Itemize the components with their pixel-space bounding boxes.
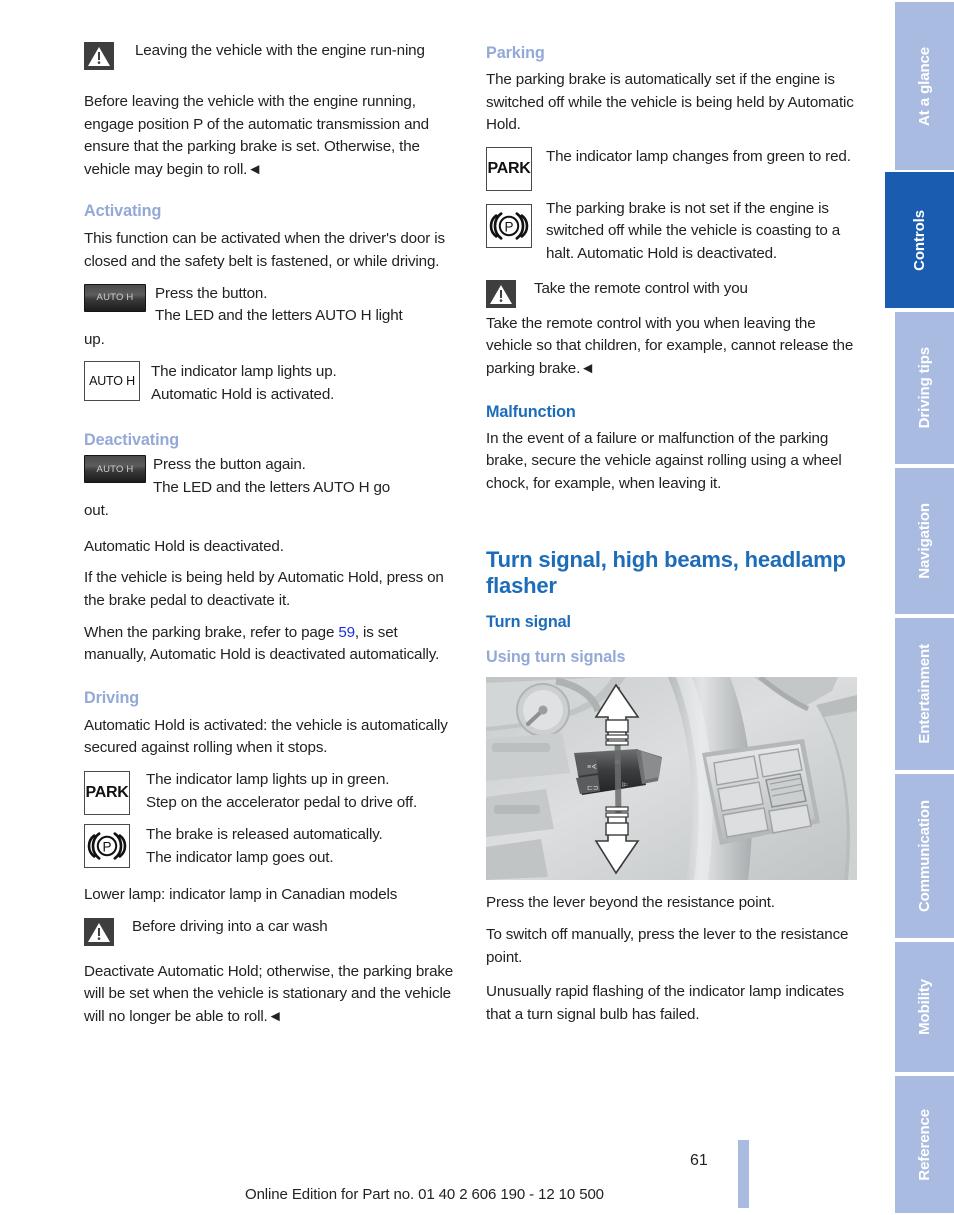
parking-not-set: The parking brake is not set if the engi… [546,199,841,262]
driving-brake-block: P The brake is released automatically. T… [84,823,460,876]
deactivating-hold-deactivated: Automatic Hold is deactivated. [84,537,284,555]
parking-intro: The parking brake is automatically set i… [486,71,854,134]
warning-remote-body: Take the remote control with you when le… [486,314,854,377]
activating-lamp-lights: The indicator lamp lights up. [151,363,337,381]
activating-intro: This function can be activated when the … [84,230,445,270]
driving-lower-lamp: Lower lamp: indicator lamp in Canadian m… [84,885,398,903]
auto-h-lamp-label: AUTO H [84,361,140,402]
park-indicator-lamp-icon-2: PARK [486,146,532,191]
heading-using-turn-signals: Using turn signals [486,648,626,667]
warning-car-wash-body: Deactivate Automatic Hold; otherwise, th… [84,962,454,1025]
sidebar-tabs: At a glance Controls Driving tips Naviga… [885,0,954,1215]
warning-engine-running-body: Before leaving the vehicle with the engi… [84,93,429,178]
svg-text:⊏⊃: ⊏⊃ [587,785,599,792]
manual-set-prefix: When the parking brake, refer to page [84,623,339,641]
sidebar-tab-label: Communication [916,799,933,913]
manual-page: Leaving the vehicle with the engine run-… [0,0,954,1215]
sidebar-tab-driving-tips[interactable]: Driving tips [895,312,954,464]
heading-turn-signal: Turn signal [486,613,571,632]
driving-lamp-out: The indicator lamp goes out. [146,848,334,866]
turn-signal-body-2: To switch off manually, press the lever … [486,925,849,966]
auto-h-button-label-2: AUTO H [84,455,146,484]
deactivating-manual-set: When the parking brake, refer to page 59… [84,622,460,667]
driving-brake-released: The brake is released automatically. [146,825,383,843]
heading-parking: Parking [486,44,545,62]
sidebar-tab-label: At a glance [916,46,933,126]
parking-brake-p-icon-2: P [486,203,532,248]
sidebar-tab-label: Driving tips [916,347,933,429]
svg-text:≡∢: ≡∢ [587,764,597,771]
deactivating-led-note-cont: out. [84,502,109,520]
driving-accelerator: Step on the accelerator pedal to drive o… [146,793,418,811]
driving-park-block: PARK The indicator lamp lights up in gre… [84,769,460,821]
warning-triangle-icon [84,42,114,70]
svg-text:P: P [504,219,513,234]
heading-deactivating: Deactivating [84,431,180,450]
sidebar-tab-controls[interactable]: Controls [885,172,954,308]
page-link-59[interactable]: 59 [338,624,355,641]
activating-hold-activated: Automatic Hold is activated. [151,385,335,403]
svg-text:P: P [102,840,111,855]
sidebar-tab-label: Mobility [916,979,933,1035]
parking-lamp-change: The indicator lamp changes from green to… [546,147,851,165]
page-number-bar [738,1140,749,1208]
sidebar-tab-label: Entertainment [916,644,933,744]
driving-lamp-green: The indicator lamp lights up in green. [146,770,390,788]
parking-brake-block: P The parking brake is not set if the en… [486,198,862,266]
activating-led-note: The LED and the letters AUTO H light [155,307,403,325]
sidebar-tab-communication[interactable]: Communication [895,774,954,938]
left-column: Leaving the vehicle with the engine run-… [84,40,460,1037]
malfunction-body: In the event of a failure or malfunction… [486,429,842,492]
turn-signal-body-3: Unusually rapid flashing of the indicato… [486,983,844,1023]
footer-note: Online Edition for Part no. 01 40 2 606 … [245,1186,604,1203]
warning-engine-running-title: Leaving the vehicle with the engine run-… [135,42,425,59]
auto-h-indicator-lamp-icon: AUTO H [84,361,140,402]
activating-press-button: Press the button. [155,284,268,302]
park-indicator-lamp-icon: PARK [84,770,130,815]
heading-driving: Driving [84,688,140,707]
warning-remote-title: Take the remote control with you [534,279,748,297]
deactivating-led-note: The LED and the letters AUTO H go [153,478,391,496]
warning-remote-block: Take the remote control with you [486,278,862,312]
warning-engine-running-block: Leaving the vehicle with the engine run-… [84,40,460,84]
sidebar-tab-label: Reference [916,1108,933,1181]
warning-triangle-icon-3 [486,279,516,308]
heading-malfunction: Malfunction [486,402,576,421]
turn-signal-body-1: Press the lever beyond the resistance po… [486,894,775,912]
right-column: Parking The parking brake is automatical… [486,40,862,1035]
parking-park-lamp-block: PARK The indicator lamp changes from gre… [486,146,862,196]
deactivating-press-button: Press the button again. [153,456,306,474]
heading-activating: Activating [84,202,162,221]
svg-text:⊫: ⊫ [622,782,628,789]
activating-button-block: AUTO H Press the button. The LED and the… [84,283,460,329]
auto-h-button-label: AUTO H [84,283,146,312]
deactivating-brake-pedal: If the vehicle is being held by Automati… [84,569,444,609]
auto-h-button-icon-2: AUTO H [84,455,146,484]
sidebar-tab-navigation[interactable]: Navigation [895,468,954,614]
sidebar-tab-label: Controls [911,209,928,271]
auto-h-button-icon: AUTO H [84,283,146,312]
driving-intro: Automatic Hold is activated: the vehicle… [84,716,448,757]
warning-car-wash-block: Before driving into a car wash [84,916,460,960]
park-lamp-label: PARK [84,770,130,815]
page-number: 61 [690,1152,708,1169]
heading-turn-signal-section: Turn signal, high beams, headlamp flashe… [486,547,846,599]
sidebar-tab-at-a-glance[interactable]: At a glance [895,2,954,170]
warning-triangle-icon-2 [84,917,114,946]
sidebar-tab-reference[interactable]: Reference [895,1076,954,1213]
turn-signal-stalk-photo: ≡∢ ⊏⊃ ✳ ⊫ [486,677,857,881]
activating-lamp-block: AUTO H The indicator lamp lights up. Aut… [84,361,460,409]
sidebar-tab-entertainment[interactable]: Entertainment [895,618,954,770]
parking-brake-p-icon: P [84,823,130,868]
warning-car-wash-title: Before driving into a car wash [132,917,328,935]
park-lamp-label-2: PARK [486,146,532,191]
deactivating-button-block: AUTO H Press the button again. The LED a… [84,454,460,500]
sidebar-tab-mobility[interactable]: Mobility [895,942,954,1072]
sidebar-tab-label: Navigation [916,503,933,579]
activating-led-note-cont: up. [84,330,105,348]
